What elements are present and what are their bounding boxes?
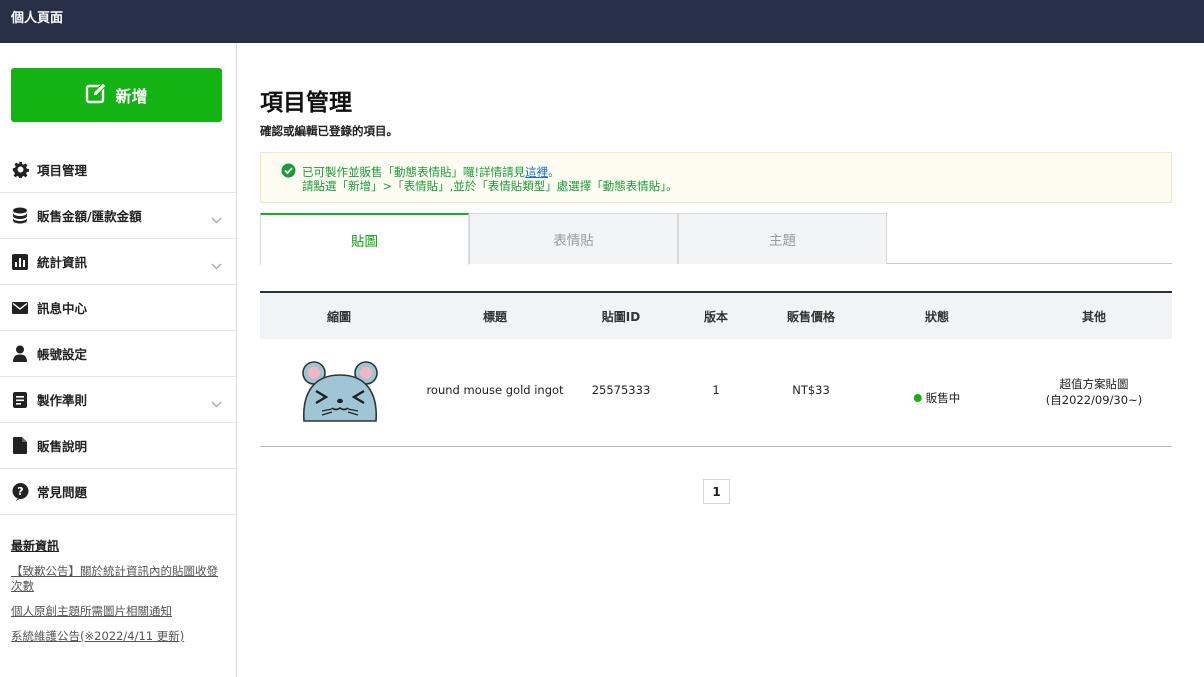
page-subtitle: 確認或編輯已登錄的項目。: [260, 124, 398, 138]
user-icon: [11, 345, 29, 363]
status-dot-icon: [913, 394, 922, 402]
sidebar-item-label: 販售金額/匯款金額: [37, 209, 142, 224]
bar-chart-icon: [11, 253, 29, 271]
check-circle-icon: [281, 163, 296, 182]
sidebar-item-label: 販售說明: [37, 439, 88, 454]
chevron-down-icon: [211, 393, 222, 412]
page-title: 項目管理: [260, 90, 352, 116]
table-row[interactable]: round mouse gold ingot 25575333 1 NT$33 …: [260, 339, 1172, 447]
sidebar-item-label: 項目管理: [37, 163, 88, 178]
sidebar-item-label: 製作準則: [37, 393, 88, 408]
cell-title: round mouse gold ingot: [426, 383, 564, 397]
sidebar: 新增 項目管理 販售金額/匯款金額 統計資訊 訊息中心 帳號設定 製作準則 販售…: [0, 43, 237, 677]
sidebar-item-label: 帳號設定: [37, 347, 88, 362]
column-header-title: 標題: [482, 310, 508, 324]
coins-icon: [11, 207, 29, 225]
notice-banner: 已可製作並販售「動態表情貼」囉!詳情請見這裡。 請點選「新增」>「表情貼」,並於…: [260, 152, 1172, 203]
column-header-status: 狀態: [924, 310, 950, 324]
news-link[interactable]: 系統維護公告(※2022/4/11 更新): [11, 629, 226, 644]
sidebar-item-account-settings[interactable]: 帳號設定: [0, 331, 236, 377]
sidebar-item-sales-info[interactable]: 販售說明: [0, 423, 236, 469]
sidebar-item-sales-amount[interactable]: 販售金額/匯款金額: [0, 193, 236, 239]
other-line-1: 超值方案貼圖: [1059, 377, 1129, 391]
mail-icon: [11, 299, 29, 317]
file-icon: [11, 437, 29, 455]
item-type-tabs: 貼圖 表情貼 主題: [260, 213, 1172, 265]
tab-emoji[interactable]: 表情貼: [469, 213, 678, 264]
news-link[interactable]: 【致歉公告】關於統計資訊內的貼圖收發次數: [11, 564, 226, 594]
sidebar-item-label: 統計資訊: [37, 255, 88, 270]
column-header-thumbnail: 縮圖: [326, 310, 352, 324]
question-icon: ?: [11, 482, 29, 501]
column-header-other: 其他: [1081, 310, 1107, 324]
news-section: 最新資訊 【致歉公告】關於統計資訊內的貼圖收發次數 個人原創主題所需圖片相關通知…: [11, 537, 226, 654]
sidebar-item-message-center[interactable]: 訊息中心: [0, 285, 236, 331]
edit-icon: [85, 82, 115, 108]
cell-sticker-id: 25575333: [591, 383, 651, 397]
cell-price: NT$33: [792, 383, 830, 397]
column-header-price: 販售價格: [786, 310, 836, 324]
cell-other: 超值方案貼圖 (自2022/09/30~): [1046, 376, 1142, 408]
sidebar-item-statistics[interactable]: 統計資訊: [0, 239, 236, 285]
sticker-thumbnail[interactable]: [300, 353, 380, 427]
sidebar-item-label: 訊息中心: [37, 301, 88, 316]
table-header: 縮圖 標題 貼圖ID 版本 販售價格 狀態 其他: [260, 291, 1172, 339]
sidebar-item-project-management[interactable]: 項目管理: [0, 147, 236, 193]
new-button-label: 新增: [115, 87, 148, 106]
column-header-sticker-id: 貼圖ID: [601, 310, 641, 324]
chevron-down-icon: [211, 209, 222, 228]
news-link[interactable]: 個人原創主題所需圖片相關通知: [11, 604, 226, 619]
page-header-title: 個人頁面: [11, 11, 64, 26]
cell-version: 1: [712, 383, 720, 397]
sidebar-item-guidelines[interactable]: 製作準則: [0, 377, 236, 423]
svg-text:?: ?: [17, 485, 23, 498]
cell-status: 販售中: [913, 390, 961, 406]
sidebar-item-faq[interactable]: ? 常見問題: [0, 469, 236, 515]
notice-text: 已可製作並販售「動態表情貼」囉!詳情請見: [302, 165, 526, 179]
chevron-down-icon: [211, 255, 222, 274]
notice-link-here[interactable]: 這裡: [525, 165, 548, 179]
sidebar-item-label: 常見問題: [37, 485, 88, 500]
tab-themes[interactable]: 主題: [678, 213, 887, 264]
notice-text: 。: [548, 165, 560, 179]
gear-icon: [11, 161, 29, 179]
items-table: 縮圖 標題 貼圖ID 版本 販售價格 狀態 其他 round mouse gol…: [260, 291, 1172, 447]
status-text: 販售中: [925, 391, 961, 405]
other-line-2: (自2022/09/30~): [1045, 393, 1143, 407]
column-header-version: 版本: [703, 310, 729, 324]
sidebar-menu: 項目管理 販售金額/匯款金額 統計資訊 訊息中心 帳號設定 製作準則 販售說明 …: [0, 147, 236, 515]
top-bar: 個人頁面: [0, 0, 1204, 43]
pagination-page-1[interactable]: 1: [703, 479, 730, 504]
notice-line-2: 請點選「新增」>「表情貼」,並於「表情貼類型」處選擇「動態表情貼」。: [302, 179, 678, 193]
new-button[interactable]: 新增: [11, 68, 222, 122]
document-icon: [11, 391, 29, 409]
tab-stickers[interactable]: 貼圖: [260, 213, 469, 265]
news-title: 最新資訊: [11, 539, 60, 553]
